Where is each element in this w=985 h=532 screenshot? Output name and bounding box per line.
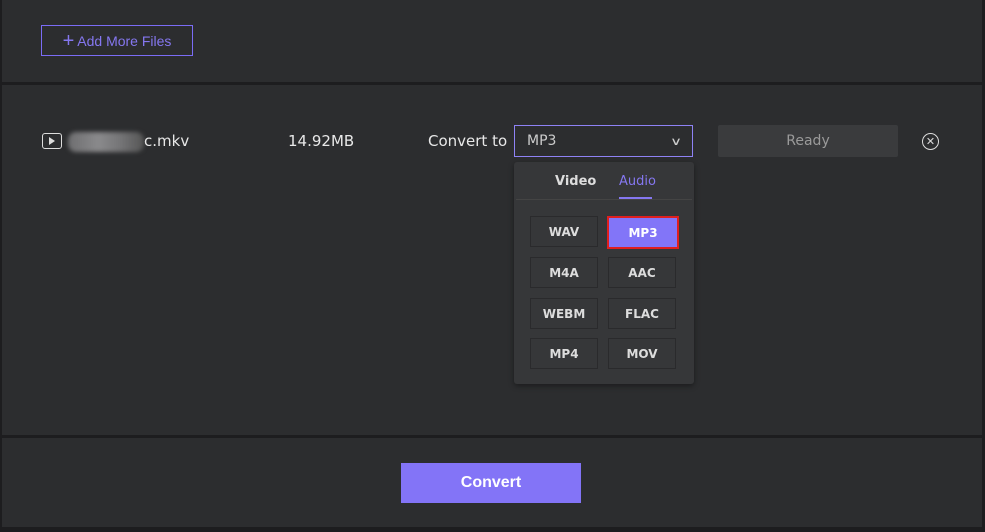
tab-audio[interactable]: Audio (619, 174, 656, 189)
selected-format: MP3 (527, 133, 557, 149)
add-more-files-button[interactable]: + Add More Files (41, 25, 193, 56)
chevron-down-icon: ∨ (669, 134, 683, 148)
convert-button[interactable]: Convert (401, 463, 581, 503)
format-select[interactable]: MP3 ∨ (514, 125, 693, 157)
format-mp3[interactable]: MP3 (607, 216, 679, 249)
format-dropdown: Video Audio WAV MP3 M4A AAC WEBM FLAC MP… (514, 162, 694, 384)
active-tab-underline (619, 197, 652, 199)
format-wav[interactable]: WAV (530, 216, 598, 247)
add-more-files-label: Add More Files (77, 32, 172, 49)
play-icon[interactable] (42, 133, 62, 149)
tab-video[interactable]: Video (555, 174, 596, 189)
format-aac[interactable]: AAC (608, 257, 676, 288)
status-ready: Ready (718, 125, 898, 157)
file-name: c.mkv (144, 132, 190, 150)
format-m4a[interactable]: M4A (530, 257, 598, 288)
format-webm[interactable]: WEBM (530, 298, 598, 329)
plus-icon: + (62, 29, 75, 52)
format-mp4[interactable]: MP4 (530, 338, 598, 369)
format-flac[interactable]: FLAC (608, 298, 676, 329)
toolbar-panel: + Add More Files (2, 0, 982, 82)
close-icon[interactable]: ✕ (922, 133, 939, 150)
blurred-filename (68, 132, 144, 152)
convert-to-label: Convert to (428, 132, 508, 150)
format-mov[interactable]: MOV (608, 338, 676, 369)
tab-divider (516, 199, 692, 200)
file-size: 14.92MB (288, 132, 355, 150)
